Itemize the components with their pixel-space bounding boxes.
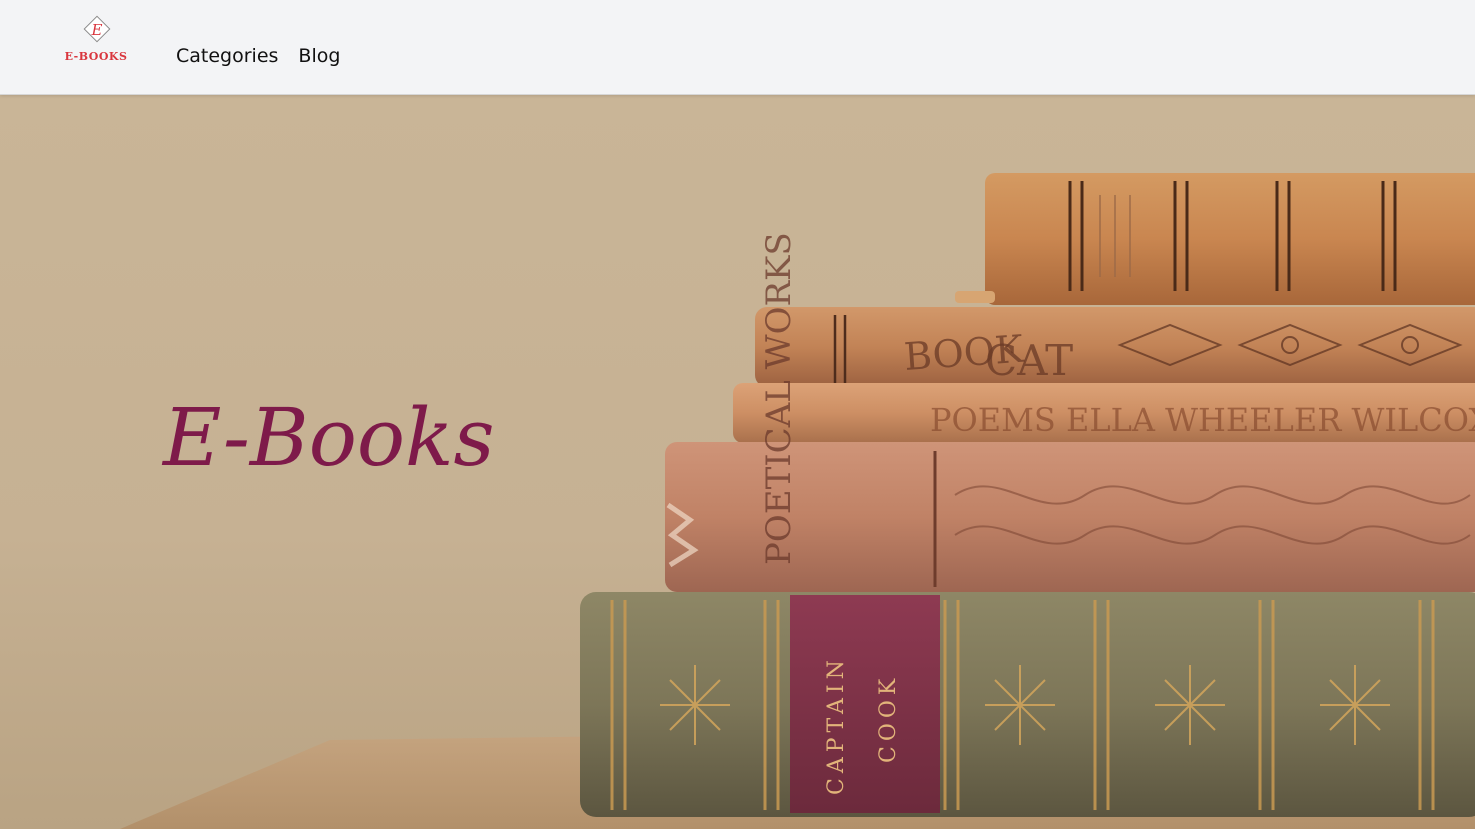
svg-text:CAPTAIN: CAPTAIN xyxy=(824,655,849,795)
logo-diamond-icon: E xyxy=(83,15,111,43)
book-spine-third: POEMS ELLA WHEELER WILCOX xyxy=(733,383,1475,443)
logo-link[interactable]: E E-BOOKS xyxy=(44,14,148,66)
top-navbar: E E-BOOKS Categories Blog xyxy=(0,0,1475,95)
book-spine-bottom: CAPTAIN COOK xyxy=(580,592,1475,817)
logo-text: E-BOOKS xyxy=(64,50,128,63)
svg-text:POETICAL WORKS: POETICAL WORKS xyxy=(759,232,799,565)
main-nav: Categories Blog xyxy=(176,44,340,68)
svg-text:POEMS ELLA WHEELER WILCOX: POEMS ELLA WHEELER WILCOX xyxy=(930,401,1475,439)
svg-text:CAT: CAT xyxy=(985,336,1073,385)
hero-title: E-Books xyxy=(163,391,495,484)
book-spine-second: BOOK CAT xyxy=(755,307,1475,387)
svg-text:COOK: COOK xyxy=(876,674,901,763)
book-spine-top xyxy=(955,173,1475,305)
logo-letter: E xyxy=(91,21,103,39)
nav-link-blog[interactable]: Blog xyxy=(298,44,340,68)
hero-banner: BOOK CAT POEMS ELLA WHEELER WILCOX POETI… xyxy=(0,95,1475,829)
nav-link-categories[interactable]: Categories xyxy=(176,44,278,68)
